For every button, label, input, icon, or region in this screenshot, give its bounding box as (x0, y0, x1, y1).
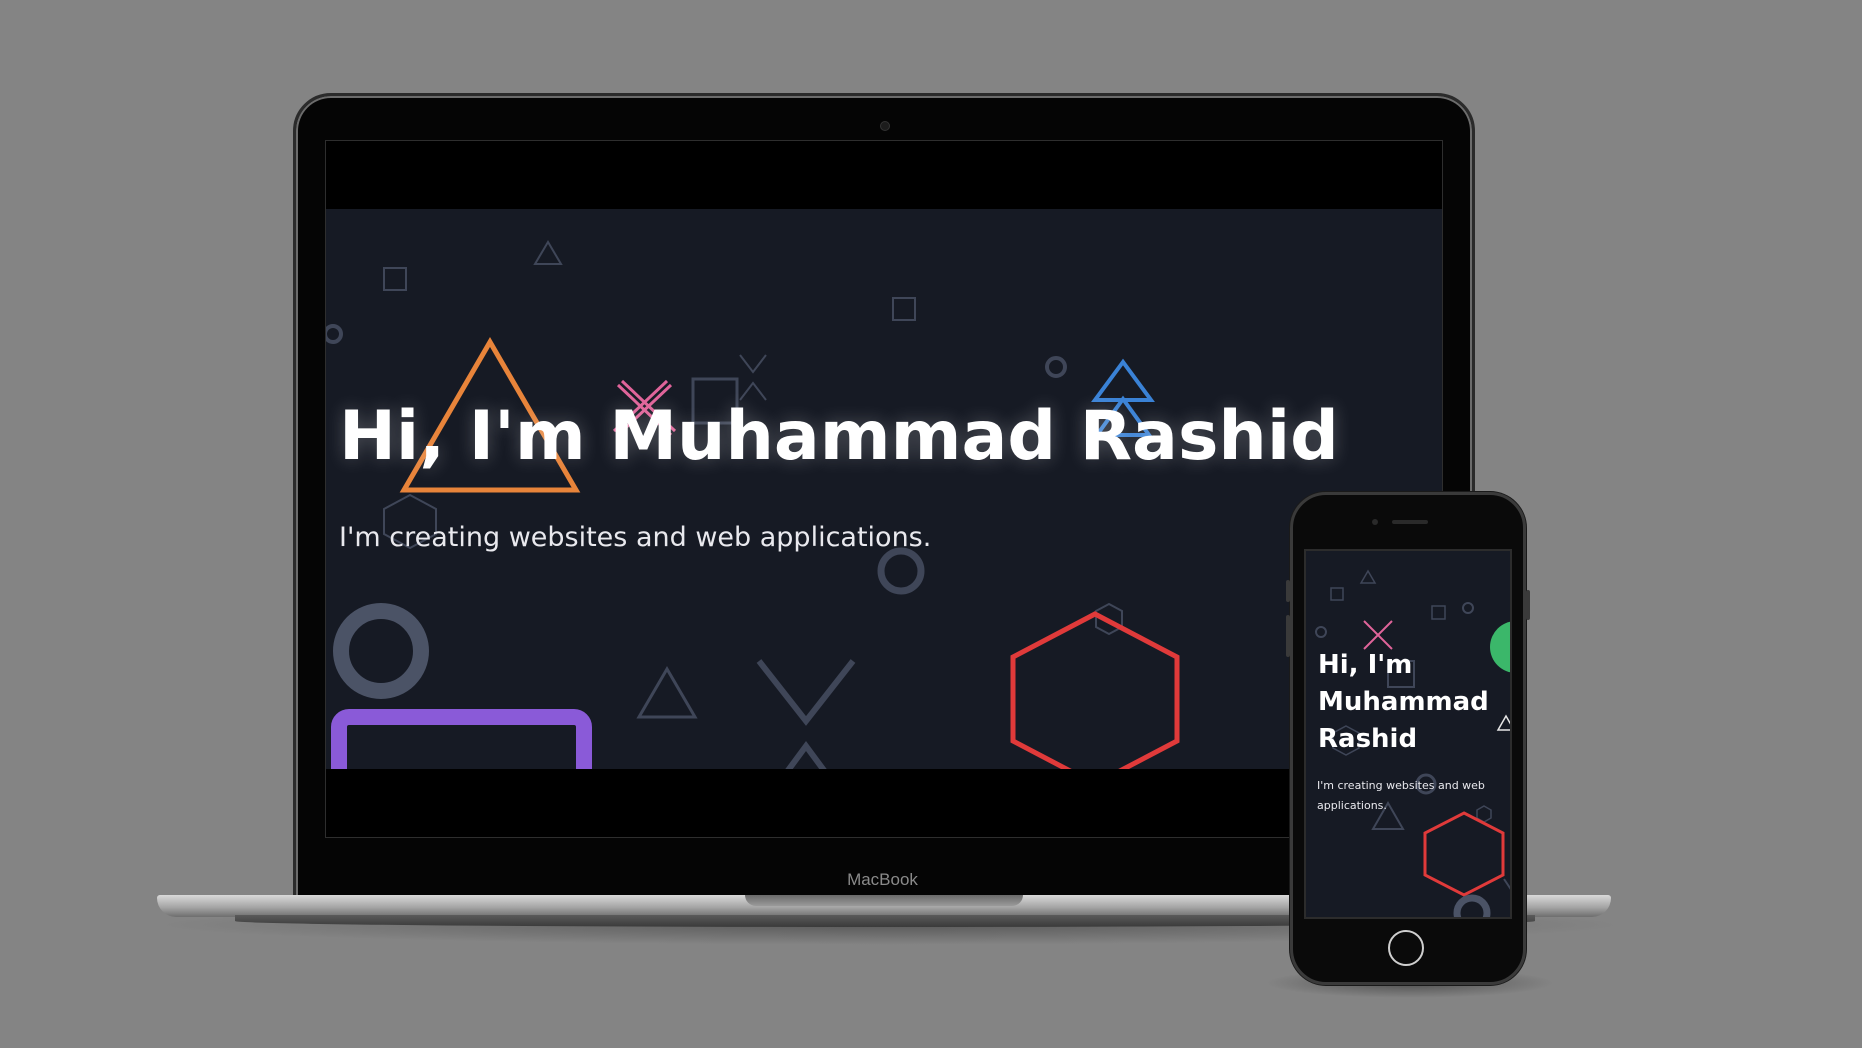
purple-rectangle-shape (331, 709, 592, 769)
laptop-brand-label: MacBook (847, 870, 918, 889)
blue-triangle-shape (1091, 358, 1155, 402)
circle-outline-shape (877, 547, 925, 595)
laptop-camera (880, 121, 890, 131)
pink-x-shape (1363, 620, 1393, 650)
chevron-shape (785, 740, 827, 769)
phone-speaker (1392, 520, 1428, 524)
circle-outline-shape (1315, 626, 1327, 638)
triangle-outline-shape (1359, 569, 1377, 584)
circle-outline-shape (326, 324, 343, 344)
circle-outline-shape (1462, 602, 1474, 614)
website-hero: Hi, I'm Muhammad Rashid I'm creating web… (326, 209, 1443, 769)
phone-camera (1372, 519, 1378, 525)
red-hexagon-shape (1423, 811, 1505, 897)
triangle-outline-shape (636, 666, 698, 719)
gray-ring-shape (1453, 894, 1491, 917)
phone-screen: Hi, I'm Muhammad Rashid I'm creating web… (1304, 549, 1512, 919)
circle-outline-shape (1045, 356, 1067, 378)
gray-ring-shape (333, 603, 429, 699)
square-outline-shape (892, 297, 916, 321)
chevron-shape (756, 659, 856, 726)
laptop-notch (745, 895, 1023, 906)
phone-side-button (1526, 590, 1530, 620)
red-hexagon-shape (1010, 611, 1180, 769)
green-circle-shape (1442, 318, 1443, 422)
phone-side-button (1286, 580, 1290, 602)
phone-hero-title: Hi, I'm Muhammad Rashid (1318, 650, 1489, 754)
square-outline-shape (383, 267, 407, 291)
chevron-shape (1503, 878, 1510, 890)
chevron-shape (739, 354, 767, 401)
phone-home-button[interactable] (1388, 930, 1424, 966)
hero-title: Hi, I'm Muhammad Rashid (339, 397, 1339, 476)
phone-side-button (1286, 615, 1290, 657)
hero-subtitle: I'm creating websites and web applicatio… (339, 522, 932, 553)
square-outline-shape (1431, 605, 1446, 620)
triangle-outline-shape (533, 240, 563, 265)
background-shapes (326, 240, 1443, 769)
square-outline-shape (1330, 587, 1344, 601)
phone-hero-subtitle: I'm creating websites and web applicatio… (1317, 779, 1485, 812)
laptop-screen: Hi, I'm Muhammad Rashid I'm creating web… (325, 140, 1443, 838)
